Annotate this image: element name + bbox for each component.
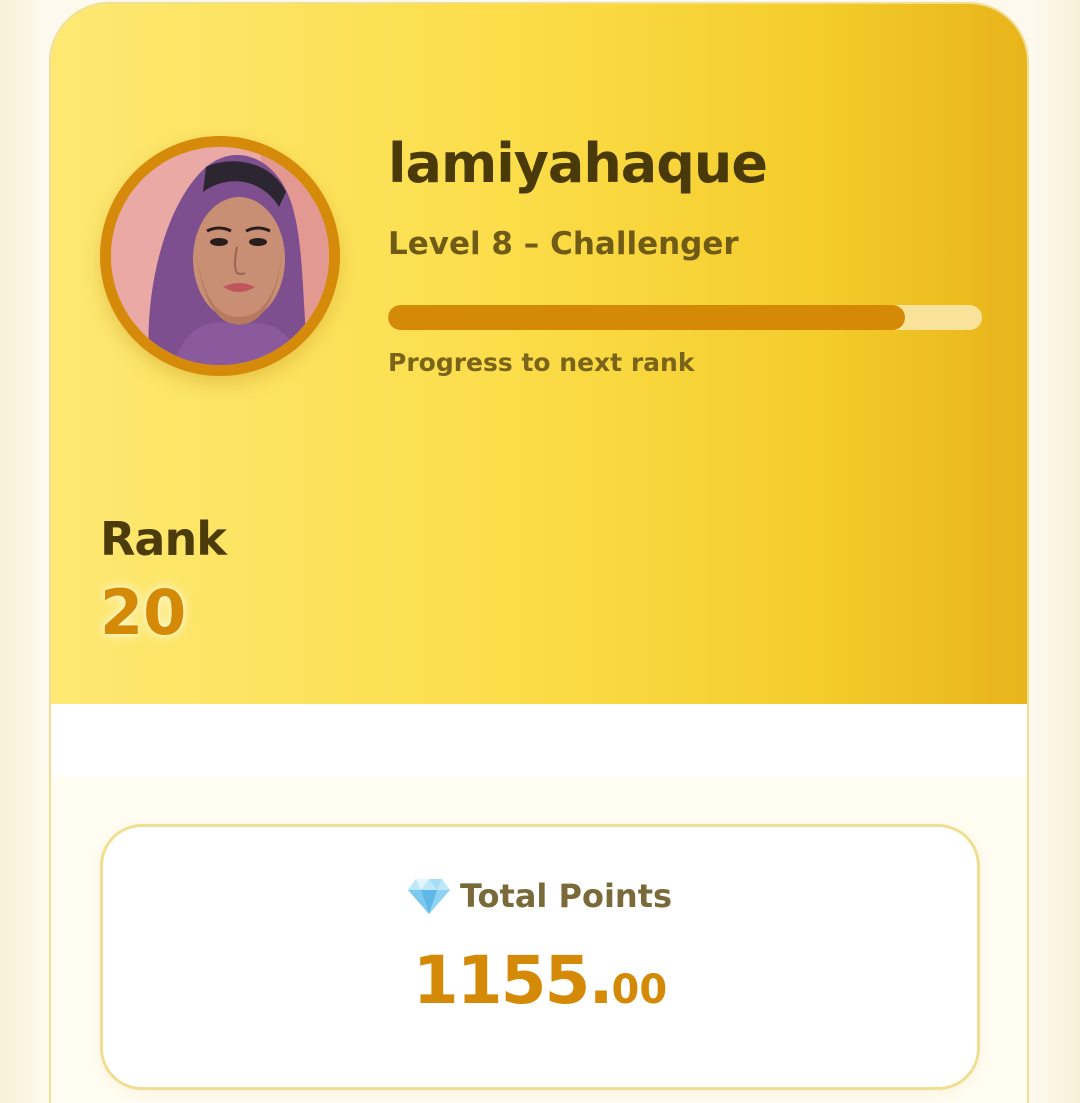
- avatar-image: [111, 147, 329, 365]
- total-points-integer: 1155.: [412, 942, 614, 1019]
- total-points-header: Total Points: [103, 877, 977, 915]
- profile-page: lamiyahaque Level 8 – Challenger Progres…: [0, 0, 1080, 1103]
- avatar-photo: [111, 147, 329, 365]
- total-points-card: Total Points 1155.00: [100, 824, 980, 1090]
- avatar[interactable]: [100, 136, 340, 376]
- gem-icon: [407, 877, 450, 915]
- profile-card: lamiyahaque Level 8 – Challenger Progres…: [49, 2, 1029, 1103]
- rank-progress-fill: [388, 305, 905, 330]
- section-divider: [51, 704, 1027, 776]
- progress-label: Progress to next rank: [388, 348, 695, 377]
- total-points-label: Total Points: [459, 877, 673, 915]
- profile-hero: lamiyahaque Level 8 – Challenger Progres…: [51, 4, 1027, 704]
- total-points-decimal: 00: [611, 967, 668, 1013]
- total-points-value: 1155.00: [103, 942, 977, 1019]
- level-title: Level 8 – Challenger: [388, 226, 739, 262]
- rank-value: 20: [100, 576, 187, 649]
- rank-label: Rank: [100, 512, 227, 566]
- username: lamiyahaque: [388, 132, 768, 195]
- rank-progress-bar: [388, 305, 982, 330]
